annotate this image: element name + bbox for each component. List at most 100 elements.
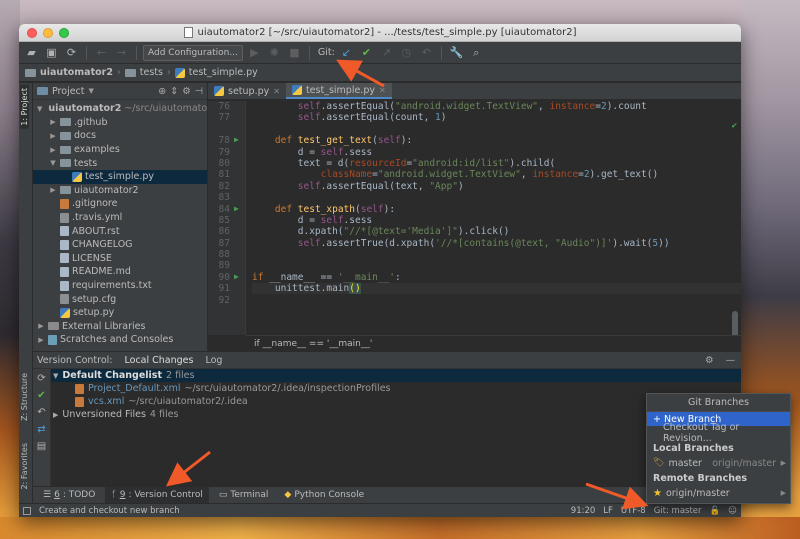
close-icon[interactable]: ✕ xyxy=(273,87,280,96)
diff-icon[interactable]: ⇄ xyxy=(37,424,45,435)
code-line[interactable]: 78 ▶ def test_get_text(self): xyxy=(208,135,741,146)
collapse-arrow-icon[interactable]: ▶ xyxy=(37,322,45,330)
minimize-icon[interactable]: — xyxy=(726,355,736,366)
tree-item[interactable]: ▶ docs xyxy=(33,129,207,143)
tree-item[interactable]: ▶ examples xyxy=(33,143,207,157)
collapse-arrow-icon[interactable]: ▶ xyxy=(37,336,45,344)
collapse-arrow-icon[interactable]: ▶ xyxy=(49,186,57,194)
line-separator[interactable]: LF xyxy=(603,506,613,516)
checkout-tag-item[interactable]: Checkout Tag or Revision... xyxy=(647,422,790,444)
close-window-button[interactable] xyxy=(27,28,37,38)
tab-terminal[interactable]: ▭ Terminal xyxy=(213,487,275,503)
gear-icon[interactable]: ⚙ xyxy=(705,355,714,366)
inspector-icon[interactable]: ☺ xyxy=(728,506,737,516)
commit-icon[interactable]: ✔ xyxy=(37,390,45,401)
code-area[interactable]: 76 self.assertEqual("android.widget.Text… xyxy=(208,101,741,361)
code-line[interactable]: 76 self.assertEqual("android.widget.Text… xyxy=(208,101,741,112)
code-line[interactable]: 82 self.assertEqual(text, "App") xyxy=(208,181,741,192)
tree-item[interactable]: CHANGELOG xyxy=(33,238,207,252)
tree-item[interactable]: ▶ uiautomator2 xyxy=(33,184,207,198)
tab-structure[interactable]: Z: Structure xyxy=(20,373,29,421)
tab-favorites[interactable]: 2: Favorites xyxy=(20,443,29,489)
tree-item[interactable]: README.md xyxy=(33,265,207,279)
stop-icon[interactable]: ■ xyxy=(286,44,303,61)
tab-setup-py[interactable]: setup.py ✕ xyxy=(208,83,286,99)
code-line[interactable]: 79 d = self.sess xyxy=(208,147,741,158)
code-line[interactable]: 77 self.assertEqual(count, 1) xyxy=(208,112,741,123)
run-icon[interactable]: ▶ xyxy=(246,44,263,61)
tree-item[interactable]: ABOUT.rst xyxy=(33,224,207,238)
forward-icon[interactable]: → xyxy=(113,44,130,61)
debug-icon[interactable]: ✺ xyxy=(266,44,283,61)
local-branch-master[interactable]: 🏷 master origin/master ▶ xyxy=(647,456,790,470)
hide-icon[interactable]: ⊣ xyxy=(195,86,203,97)
tab-log[interactable]: Log xyxy=(205,355,222,366)
shelve-icon[interactable]: ▤ xyxy=(37,441,46,452)
tree-item[interactable]: ▶ .github xyxy=(33,116,207,130)
code-line[interactable]: 88 xyxy=(208,249,741,260)
collapse-arrow-icon[interactable]: ▶ xyxy=(49,118,57,126)
collapse-icon[interactable]: ⇕ xyxy=(170,86,178,97)
tree-item[interactable]: ▶ External Libraries xyxy=(33,320,207,334)
tree-item[interactable]: .travis.yml xyxy=(33,211,207,225)
changed-file-row[interactable]: vcs.xml ~/src/uiautomator2/.idea xyxy=(51,395,741,408)
collapse-arrow-icon[interactable]: ▶ xyxy=(53,411,58,419)
chevron-down-icon[interactable]: ▼ xyxy=(89,87,94,95)
code-line[interactable]: 81 className="android.widget.TextView", … xyxy=(208,169,741,180)
tree-item[interactable]: LICENSE xyxy=(33,252,207,266)
remote-branch-origin-master[interactable]: ★ origin/master ▶ xyxy=(647,486,790,500)
tree-item[interactable]: requirements.txt xyxy=(33,279,207,293)
gear-icon[interactable]: ⚙ xyxy=(182,86,191,97)
caret-position[interactable]: 91:20 xyxy=(571,506,596,516)
collapse-arrow-icon[interactable]: ▶ xyxy=(49,146,57,154)
tab-local-changes[interactable]: Local Changes xyxy=(125,355,194,366)
git-update-icon[interactable]: ↙ xyxy=(338,44,355,61)
open-folder-icon[interactable]: ▰ xyxy=(23,44,40,61)
changelist-row[interactable]: ▼ Default Changelist 2 files xyxy=(51,369,741,382)
expand-arrow-icon[interactable]: ▼ xyxy=(37,105,42,113)
project-view-selector[interactable]: Project xyxy=(52,86,85,97)
refresh-icon[interactable]: ⟳ xyxy=(37,373,45,384)
git-revert-icon[interactable]: ↶ xyxy=(418,44,435,61)
tab-version-control[interactable]: ᚶ 9: Version Control xyxy=(105,487,209,503)
tab-python-console[interactable]: ◆ Python Console xyxy=(278,487,370,503)
crosshair-icon[interactable]: ⊕ xyxy=(158,86,166,97)
git-push-icon[interactable]: ↗ xyxy=(378,44,395,61)
tab-test-simple-py[interactable]: test_simple.py ✕ xyxy=(285,83,392,99)
code-line[interactable]: 90 ▶ if __name__ == '__main__': xyxy=(208,272,741,283)
tool-windows-toggle-icon[interactable] xyxy=(23,506,31,515)
tab-todo[interactable]: ☰ 6: TODO xyxy=(37,487,101,503)
search-icon[interactable]: ⌕ xyxy=(468,44,485,61)
run-gutter-icon[interactable]: ▶ xyxy=(234,204,239,213)
code-line[interactable]: 92 xyxy=(208,295,741,306)
code-line[interactable]: 83 xyxy=(208,192,741,203)
code-line[interactable]: 84 ▶ def test_xpath(self): xyxy=(208,204,741,215)
code-line[interactable]: 80 text = d(resourceId="android:id/list"… xyxy=(208,158,741,169)
file-encoding[interactable]: UTF-8 xyxy=(621,506,646,516)
git-branch-widget[interactable]: Git: master xyxy=(654,506,702,516)
tree-item[interactable]: ▼ tests xyxy=(33,156,207,170)
code-line[interactable]: 89 xyxy=(208,260,741,271)
back-icon[interactable]: ← xyxy=(93,44,110,61)
wrench-icon[interactable]: 🔧 xyxy=(448,44,465,61)
tree-item[interactable]: .gitignore xyxy=(33,197,207,211)
code-line[interactable] xyxy=(208,124,741,135)
code-line[interactable]: 87 self.assertTrue(d.xpath('//*[contains… xyxy=(208,238,741,249)
breadcrumb-item[interactable]: test_simple.py xyxy=(189,67,258,78)
tree-item[interactable]: setup.py xyxy=(33,306,207,320)
breadcrumb-item[interactable]: uiautomator2 xyxy=(40,67,113,78)
tree-item[interactable]: ▶ Scratches and Consoles xyxy=(33,333,207,347)
code-line[interactable]: 91 unittest.main() xyxy=(208,283,741,295)
tree-item[interactable]: ▼ uiautomator2 ~/src/uiautomator2 xyxy=(33,102,217,116)
run-gutter-icon[interactable]: ▶ xyxy=(234,135,239,144)
save-icon[interactable]: ▣ xyxy=(43,44,60,61)
tab-project[interactable]: 1: Project xyxy=(20,85,29,129)
tree-item[interactable]: test_simple.py xyxy=(33,169,207,184)
collapse-arrow-icon[interactable]: ▶ xyxy=(49,132,57,140)
expand-arrow-icon[interactable]: ▼ xyxy=(53,372,58,380)
add-configuration-button[interactable]: Add Configuration... xyxy=(143,44,243,61)
tree-item[interactable]: setup.cfg xyxy=(33,292,207,306)
lock-icon[interactable]: 🔓 xyxy=(710,506,721,516)
sync-icon[interactable]: ⟳ xyxy=(63,44,80,61)
zoom-window-button[interactable] xyxy=(59,28,69,38)
